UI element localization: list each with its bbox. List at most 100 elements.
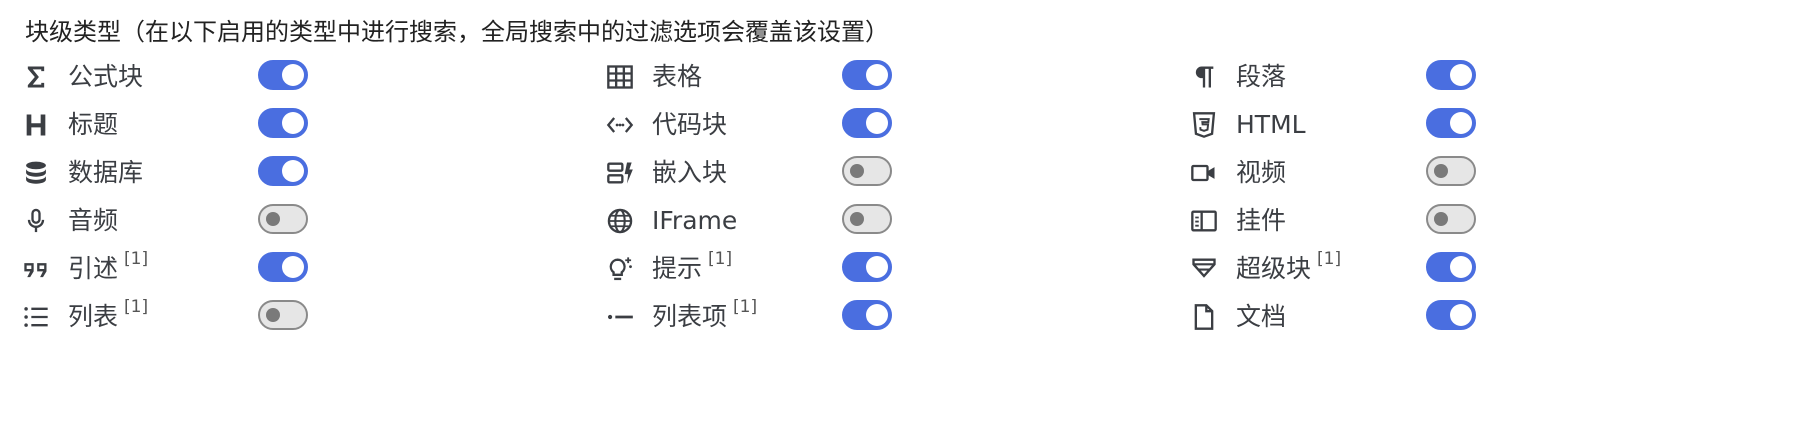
toggle-knob — [850, 164, 864, 178]
video-icon — [1190, 159, 1218, 187]
block-type-row: 数据库 — [22, 153, 318, 193]
toggle-switch[interactable] — [1426, 300, 1476, 330]
sigma-icon — [22, 63, 50, 91]
block-type-label: IFrame — [652, 201, 737, 241]
block-type-name: 引述 — [68, 254, 119, 283]
toggle-switch[interactable] — [1426, 60, 1476, 90]
toggle-knob — [866, 112, 888, 134]
block-type-row: 公式块 — [22, 57, 318, 97]
microphone-icon — [22, 207, 50, 235]
toggle-switch[interactable] — [842, 204, 892, 234]
toggle-switch[interactable] — [258, 300, 308, 330]
block-type-row: 音频 — [22, 201, 318, 241]
footnote-marker: [1] — [708, 249, 733, 269]
toggle-knob — [866, 256, 888, 278]
table-icon — [606, 63, 634, 91]
toggle-knob — [282, 64, 304, 86]
footnote-marker: [1] — [124, 249, 149, 269]
toggle-knob — [266, 212, 280, 226]
block-type-label: 表格 — [652, 57, 702, 97]
code-icon — [606, 111, 634, 139]
toggle-knob — [1450, 64, 1472, 86]
block-type-name: IFrame — [652, 206, 738, 235]
toggle-switch[interactable] — [258, 156, 308, 186]
toggle-knob — [866, 64, 888, 86]
block-type-label: 音频 — [68, 201, 118, 241]
block-type-label: 视频 — [1236, 153, 1286, 193]
toggle-switch[interactable] — [1426, 108, 1476, 138]
superblock-icon — [1190, 255, 1218, 283]
html5-icon — [1190, 111, 1218, 139]
toggle-switch[interactable] — [842, 156, 892, 186]
block-type-row: 文档 — [1190, 297, 1486, 337]
toggle-switch[interactable] — [842, 252, 892, 282]
block-type-row: IFrame — [606, 201, 902, 241]
section-title: 块级类型（在以下启用的类型中进行搜索，全局搜索中的过滤选项会覆盖该设置） — [25, 18, 889, 46]
block-type-row: 标题 — [22, 105, 318, 145]
toggle-switch[interactable] — [842, 108, 892, 138]
block-type-name: 代码块 — [652, 110, 728, 139]
block-type-name: 视频 — [1236, 158, 1287, 187]
footnote-marker: [1] — [1317, 249, 1342, 269]
toggle-knob — [1434, 212, 1448, 226]
block-type-name: 段落 — [1236, 62, 1287, 91]
toggle-knob — [282, 256, 304, 278]
heading-icon — [22, 111, 50, 139]
block-type-row: 列表项 [1] — [606, 297, 902, 337]
globe-icon — [606, 207, 634, 235]
block-type-row: 列表 [1] — [22, 297, 318, 337]
block-type-name: 标题 — [68, 110, 119, 139]
block-type-row: 代码块 — [606, 105, 902, 145]
toggle-switch[interactable] — [842, 300, 892, 330]
toggle-switch[interactable] — [258, 204, 308, 234]
block-type-name: 音频 — [68, 206, 119, 235]
block-type-label: 公式块 — [68, 57, 143, 97]
toggle-switch[interactable] — [842, 60, 892, 90]
block-type-name: 公式块 — [68, 62, 144, 91]
block-type-label: 代码块 — [652, 105, 727, 145]
block-type-label: 列表 [1] — [68, 297, 148, 337]
block-type-label: 标题 — [68, 105, 118, 145]
toggle-knob — [1450, 256, 1472, 278]
block-type-row: HTML — [1190, 105, 1486, 145]
block-type-row: 超级块 [1] — [1190, 249, 1486, 289]
block-type-row: 挂件 — [1190, 201, 1486, 241]
block-type-row: 提示 [1] — [606, 249, 902, 289]
toggle-switch[interactable] — [1426, 204, 1476, 234]
block-type-label: HTML — [1236, 105, 1306, 145]
block-type-row: 表格 — [606, 57, 902, 97]
widget-icon — [1190, 207, 1218, 235]
toggle-switch[interactable] — [258, 60, 308, 90]
block-type-name: 文档 — [1236, 302, 1287, 331]
database-icon — [22, 159, 50, 187]
block-type-row: 引述 [1] — [22, 249, 318, 289]
block-type-label: 引述 [1] — [68, 249, 148, 289]
list-icon — [22, 303, 50, 331]
embed-icon — [606, 159, 634, 187]
block-type-row: 嵌入块 — [606, 153, 902, 193]
block-type-name: 提示 — [652, 254, 703, 283]
block-type-label: 提示 [1] — [652, 249, 732, 289]
toggle-switch[interactable] — [1426, 156, 1476, 186]
block-type-name: HTML — [1236, 110, 1306, 139]
toggle-switch[interactable] — [258, 108, 308, 138]
toggle-switch[interactable] — [258, 252, 308, 282]
block-type-name: 列表 — [68, 302, 119, 331]
footnote-marker: [1] — [733, 297, 758, 317]
block-type-row: 段落 — [1190, 57, 1486, 97]
block-type-label: 超级块 [1] — [1236, 249, 1341, 289]
block-type-row: 视频 — [1190, 153, 1486, 193]
toggle-switch[interactable] — [1426, 252, 1476, 282]
document-icon — [1190, 303, 1218, 331]
paragraph-icon — [1190, 63, 1218, 91]
toggle-knob — [1450, 112, 1472, 134]
block-type-label: 嵌入块 — [652, 153, 727, 193]
toggle-knob — [866, 304, 888, 326]
block-type-name: 嵌入块 — [652, 158, 728, 187]
block-type-name: 数据库 — [68, 158, 144, 187]
block-type-label: 列表项 [1] — [652, 297, 757, 337]
quote-icon — [22, 255, 50, 283]
lightbulb-icon — [606, 255, 634, 283]
block-type-label: 文档 — [1236, 297, 1286, 337]
list-item-icon — [606, 303, 634, 331]
